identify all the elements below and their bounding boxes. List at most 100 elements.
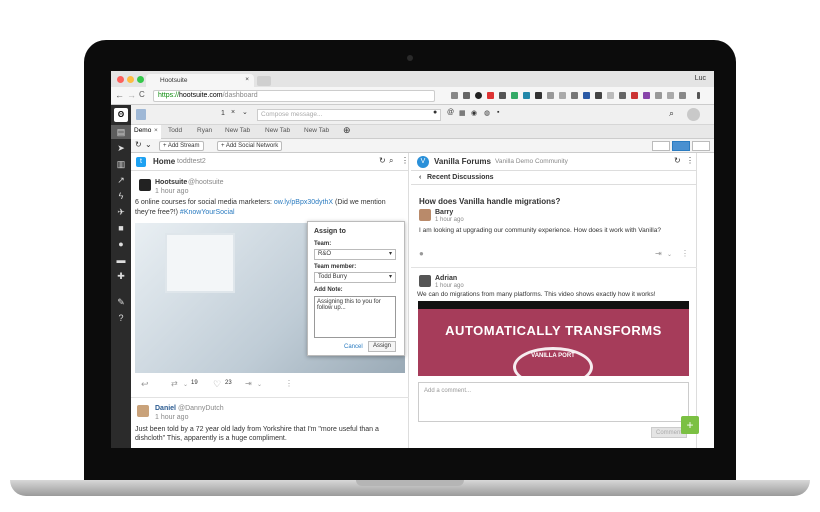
forward-icon[interactable]: → (127, 90, 136, 100)
refresh-icon[interactable]: ↻ (135, 140, 142, 149)
close-tab-icon[interactable]: × (245, 76, 249, 83)
profile-name[interactable]: Luc (695, 75, 706, 82)
assign-icon[interactable]: ⇥ (655, 249, 662, 258)
tab-new-1[interactable]: New Tab (225, 127, 250, 134)
people-icon[interactable]: ▬ (115, 254, 127, 266)
extension-icon[interactable] (535, 92, 542, 99)
extension-icon[interactable] (679, 92, 686, 99)
search-icon[interactable]: ⌕ (389, 156, 393, 166)
extension-icon[interactable] (499, 92, 506, 99)
url-field[interactable]: https://hootsuite.com/dashboard (153, 90, 435, 102)
tab-ryan[interactable]: Ryan (197, 127, 212, 134)
reply-icon[interactable]: ↩ (141, 379, 149, 390)
post-hashtag[interactable]: #KnowYourSocial (180, 209, 235, 216)
refresh-icon[interactable]: ↻ (379, 156, 386, 165)
maximize-window-icon[interactable] (137, 76, 144, 83)
hootsuite-logo-icon[interactable]: ʘ (114, 108, 128, 122)
lock-icon[interactable]: ▪ (497, 109, 499, 116)
close-tab-icon[interactable]: × (154, 127, 158, 134)
extension-icon[interactable] (595, 92, 602, 99)
help-icon[interactable]: ? (115, 312, 127, 324)
view-wide-icon[interactable] (692, 141, 710, 151)
campaigns-icon[interactable]: ϟ (115, 190, 127, 202)
post-author[interactable]: Hootsuite (155, 179, 187, 186)
extension-icon[interactable] (547, 92, 554, 99)
comment-icon[interactable]: ● (419, 249, 424, 258)
team-select[interactable]: R&O ▾ (314, 249, 396, 260)
avatar[interactable] (419, 209, 431, 221)
search-icon[interactable]: ⌕ (669, 108, 674, 119)
add-stream-button[interactable]: + Add Stream (159, 141, 204, 151)
post-author[interactable]: Daniel (155, 405, 176, 412)
avatar[interactable] (419, 275, 431, 287)
extension-icon[interactable] (475, 92, 482, 99)
extension-icon[interactable] (451, 92, 458, 99)
extension-icon[interactable] (655, 92, 662, 99)
new-tab-button[interactable] (257, 76, 271, 86)
avatar[interactable] (139, 179, 151, 191)
retweet-icon[interactable]: ⇄ (171, 379, 178, 388)
compose-input[interactable]: Compose message... (257, 109, 441, 121)
add-social-network-button[interactable]: + Add Social Network (217, 141, 283, 151)
answer-author[interactable]: Adrian (435, 275, 457, 282)
back-row[interactable]: ‹ Recent Discussions (411, 171, 697, 185)
video-thumbnail[interactable]: AUTOMATICALLY TRANSFORMS VANILLA PORT (418, 301, 689, 387)
post-handle[interactable]: @DannyDutch (178, 405, 224, 412)
extension-icon[interactable] (571, 92, 578, 99)
more-icon[interactable]: ⋮ (401, 156, 409, 165)
like-icon[interactable]: ♡ (213, 379, 221, 390)
launch-icon[interactable]: ✈ (115, 206, 127, 218)
reload-icon[interactable]: C (139, 90, 145, 99)
back-icon[interactable]: ← (115, 90, 124, 100)
assign-icon[interactable]: ⇥ (245, 379, 252, 388)
question-author[interactable]: Barry (435, 209, 453, 216)
extension-icon[interactable] (559, 92, 566, 99)
tab-new-2[interactable]: New Tab (265, 127, 290, 134)
chevron-down-icon[interactable]: ⌄ (183, 381, 188, 388)
close-window-icon[interactable] (117, 76, 124, 83)
extension-icon[interactable] (487, 92, 494, 99)
tab-todd[interactable]: Todd (168, 127, 182, 134)
publisher-icon[interactable]: ➤ (115, 142, 127, 154)
refresh-icon[interactable]: ↻ (674, 156, 681, 165)
member-select[interactable]: Todd Burry ▾ (314, 272, 396, 283)
assign-button[interactable]: Assign (368, 341, 397, 352)
more-icon[interactable]: ⋮ (285, 379, 293, 388)
extension-icon[interactable] (619, 92, 626, 99)
avatar[interactable] (137, 405, 149, 417)
avatar[interactable] (136, 109, 146, 120)
tab-demo[interactable]: Demo (134, 127, 151, 134)
extension-icon[interactable] (667, 92, 674, 99)
user-avatar[interactable] (687, 108, 700, 121)
privacy-icon[interactable]: ◍ (484, 109, 490, 117)
post-handle[interactable]: @hootsuite (188, 179, 224, 186)
tag-icon[interactable]: ● (433, 109, 437, 116)
apps-icon[interactable]: ✚ (115, 270, 127, 282)
analytics-icon[interactable]: ▥ (115, 158, 127, 170)
cancel-button[interactable]: Cancel (344, 344, 363, 350)
menu-icon[interactable] (697, 92, 700, 99)
post-link[interactable]: ow.ly/pBpx30dythX (274, 199, 333, 206)
assignments-icon[interactable]: ■ (115, 222, 127, 234)
chevron-down-icon[interactable]: ⌄ (257, 381, 262, 388)
chevron-down-icon[interactable]: ⌄ (242, 108, 248, 116)
extension-icon[interactable] (511, 92, 518, 99)
attach-icon[interactable]: @ (447, 109, 454, 116)
extension-icon[interactable] (631, 92, 638, 99)
contacts-icon[interactable]: ● (115, 238, 127, 250)
chevron-down-icon[interactable]: ⌄ (667, 251, 672, 258)
discussion-title[interactable]: How does Vanilla handle migrations? (419, 197, 560, 206)
extension-icon[interactable] (607, 92, 614, 99)
extension-icon[interactable] (523, 92, 530, 99)
extension-icon[interactable] (643, 92, 650, 99)
location-icon[interactable]: ◉ (471, 109, 477, 117)
trends-icon[interactable]: ↗ (115, 174, 127, 186)
tab-new-3[interactable]: New Tab (304, 127, 329, 134)
tools-icon[interactable]: ✎ (115, 296, 127, 308)
note-textarea[interactable]: Assigning this to you for follow up... (314, 296, 396, 338)
add-tab-icon[interactable]: ⊕ (343, 125, 351, 136)
browser-tab[interactable]: Hootsuite × (146, 74, 254, 87)
extension-icon[interactable] (463, 92, 470, 99)
more-icon[interactable]: ⋮ (681, 249, 689, 258)
chevron-down-icon[interactable]: ⌄ (145, 140, 152, 149)
